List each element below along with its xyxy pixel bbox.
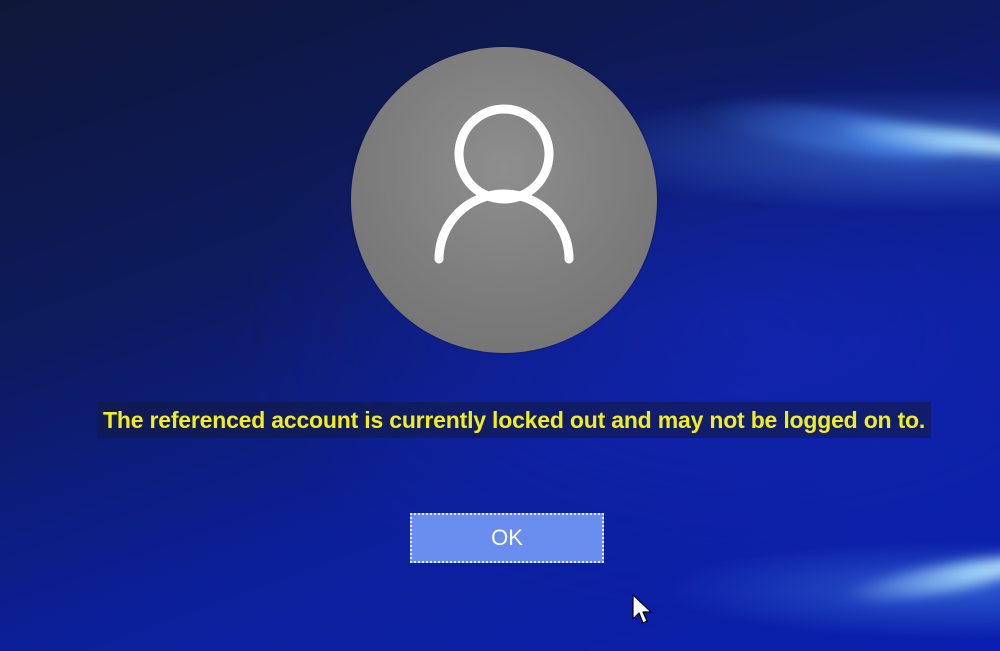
- ok-button[interactable]: OK: [410, 513, 604, 563]
- lockout-message: The referenced account is currently lock…: [97, 402, 932, 438]
- user-silhouette-icon: [434, 104, 574, 264]
- background-light-streak-glow: [698, 92, 962, 168]
- mouse-pointer-icon: [632, 594, 652, 624]
- user-avatar: [351, 47, 657, 353]
- background-light-streak-top: [829, 116, 1000, 162]
- background-light-streak-bottom: [839, 548, 1000, 610]
